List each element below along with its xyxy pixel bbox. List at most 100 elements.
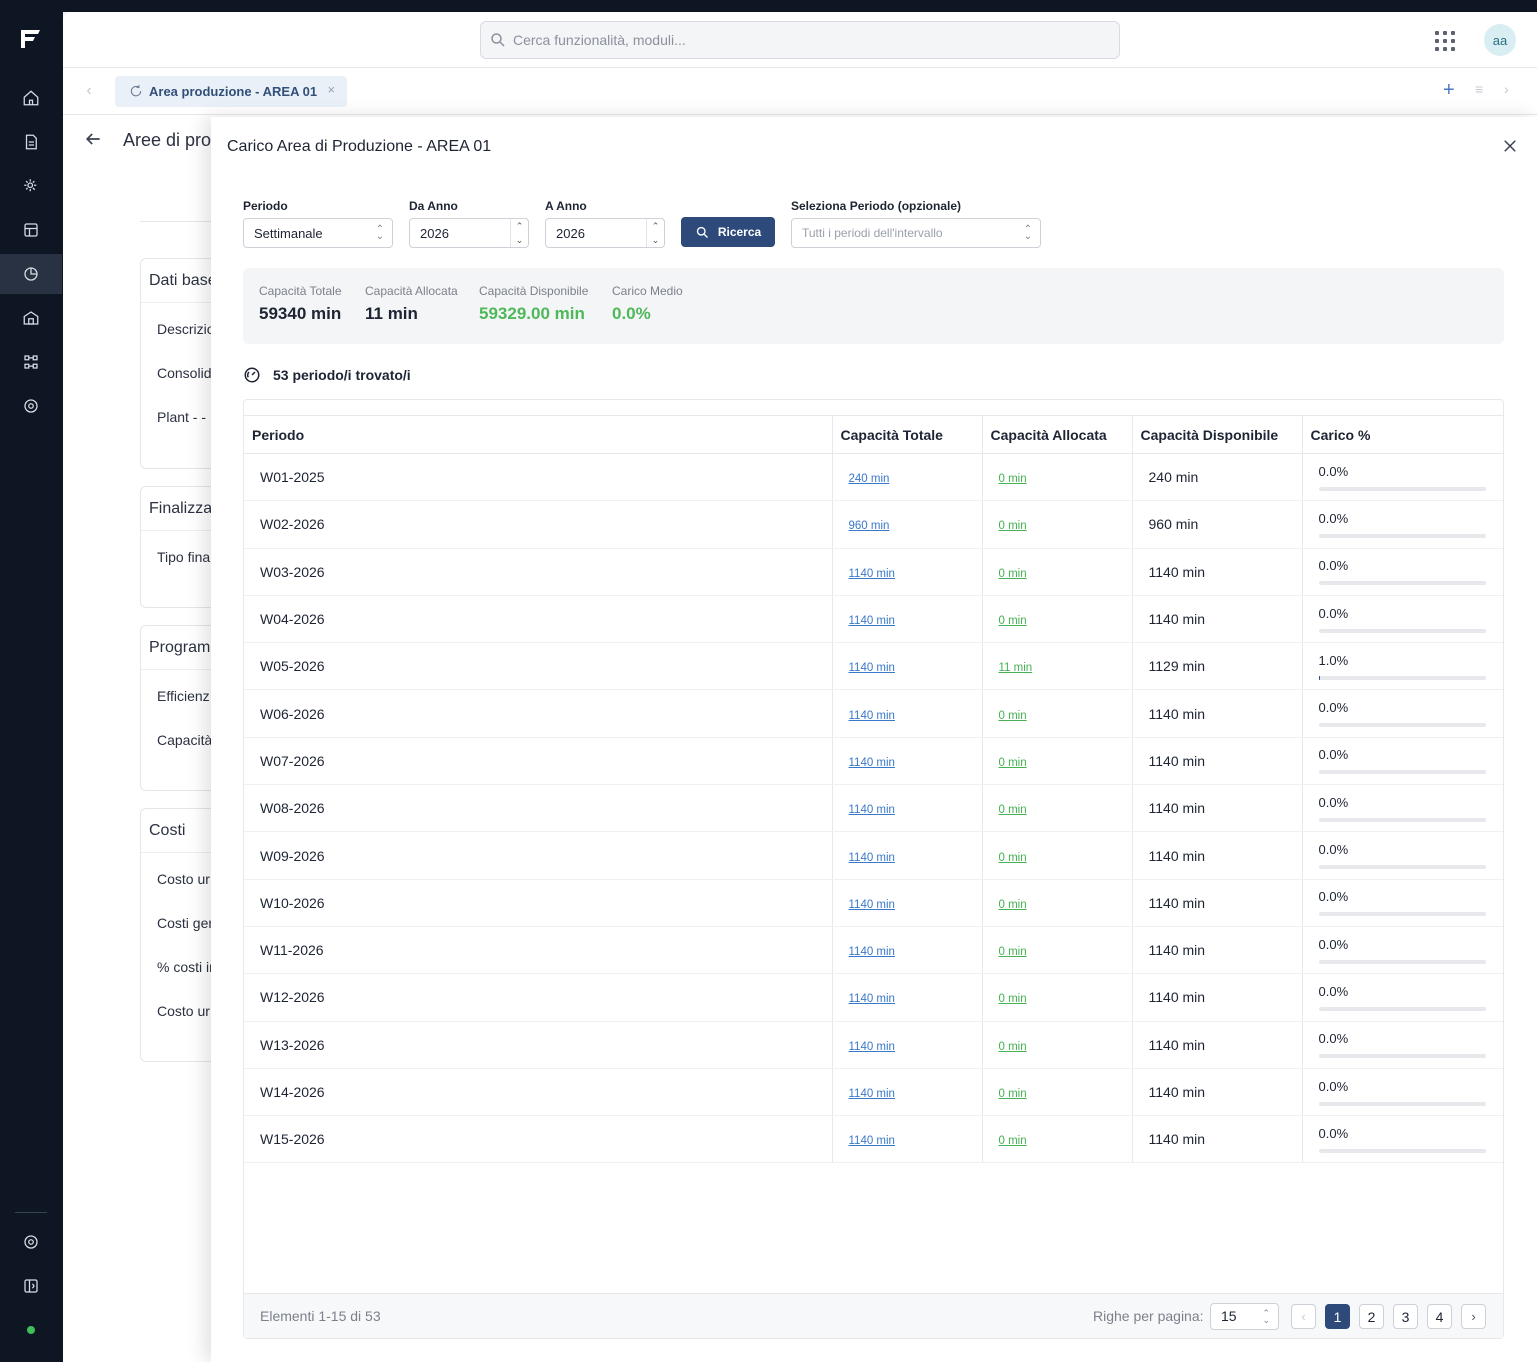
cell-capacita-totale: 1140 min [832, 642, 983, 691]
gauge-icon [244, 367, 260, 383]
page-button[interactable]: 3 [1393, 1304, 1418, 1329]
sidebar-item-config[interactable] [0, 166, 62, 206]
sidebar-item-warehouse[interactable] [0, 298, 62, 338]
sidebar-item-collapse[interactable] [0, 1266, 62, 1306]
tab-list-icon[interactable]: ≡ [1475, 81, 1483, 97]
capacita-totale-link[interactable]: 240 min [849, 473, 890, 485]
table-row: W13-2026 1140 min 0 min 1140 min 0.0% [244, 1021, 1503, 1069]
capacita-allocata-link[interactable]: 0 min [999, 946, 1027, 958]
stat-value: 11 min [365, 304, 418, 323]
capacita-allocata-link[interactable]: 0 min [999, 615, 1027, 627]
load-progress-bar [1318, 675, 1486, 680]
capacita-allocata-link[interactable]: 0 min [999, 1041, 1027, 1053]
chevron-updown-icon: ⌃ ⌄ [1023, 224, 1032, 242]
capacita-allocata-link[interactable]: 0 min [999, 1135, 1027, 1147]
column-header[interactable]: Periodo [244, 415, 833, 454]
capacita-totale-link[interactable]: 1140 min [849, 757, 895, 769]
apps-grid-icon[interactable] [1435, 31, 1455, 51]
capacita-totale-link[interactable]: 1140 min [849, 1135, 895, 1147]
capacita-allocata-link[interactable]: 0 min [999, 993, 1027, 1005]
page-button[interactable]: 2 [1359, 1304, 1384, 1329]
capacita-allocata-link[interactable]: 0 min [999, 520, 1027, 532]
cell-carico: 0.0% [1302, 689, 1503, 738]
load-progress-bar [1318, 1148, 1486, 1153]
tab-prev-button[interactable]: ‹ [75, 77, 103, 105]
sidebar-item-home[interactable] [0, 78, 62, 118]
chevron-updown-icon: ⌃ ⌄ [1262, 1308, 1270, 1325]
capacita-allocata-link[interactable]: 0 min [999, 710, 1027, 722]
capacita-allocata-link[interactable]: 0 min [999, 757, 1027, 769]
ricerca-button[interactable]: Ricerca [681, 217, 775, 247]
tab-close-icon[interactable]: × [327, 82, 335, 97]
cell-carico: 0.0% [1302, 784, 1503, 833]
capacita-totale-link[interactable]: 1140 min [849, 946, 895, 958]
tab-next-button[interactable]: › [1504, 81, 1509, 97]
tab-area-produzione[interactable]: Area produzione - AREA 01 × [115, 76, 348, 107]
app-logo-icon[interactable] [18, 26, 44, 52]
capacita-allocata-link[interactable]: 0 min [999, 1088, 1027, 1100]
capacita-allocata-link[interactable]: 0 min [999, 899, 1027, 911]
column-header[interactable]: Capacità Allocata [982, 415, 1133, 454]
da-anno-input[interactable]: 2026 ⌃ ⌄ [409, 218, 529, 248]
cell-capacita-allocata: 0 min [982, 1115, 1133, 1164]
capacita-allocata-link[interactable]: 0 min [999, 473, 1027, 485]
capacita-totale-link[interactable]: 1140 min [849, 710, 895, 722]
year-stepper[interactable]: ⌃ ⌄ [646, 219, 664, 247]
cell-capacita-totale: 1140 min [832, 973, 983, 1022]
sidebar-item-documents[interactable] [0, 122, 62, 162]
seleziona-periodo-select[interactable]: Tutti i periodi dell'intervallo ⌃ ⌄ [791, 218, 1041, 248]
carico-value: 0.0% [1318, 463, 1349, 479]
sidebar-item-tables[interactable] [0, 210, 62, 250]
refresh-icon[interactable] [129, 84, 143, 98]
sidebar-item-preferences[interactable] [0, 1222, 62, 1262]
cell-carico: 0.0% [1302, 1115, 1503, 1164]
cell-periodo: W04-2026 [244, 595, 833, 644]
load-progress-bar [1318, 723, 1486, 728]
column-header[interactable]: Capacità Totale [832, 415, 983, 454]
capacita-totale-link[interactable]: 1140 min [849, 615, 895, 627]
results-count: 53 periodo/i trovato/i [243, 366, 411, 384]
a-anno-input[interactable]: 2026 ⌃ ⌄ [545, 218, 665, 248]
capacita-totale-link[interactable]: 1140 min [849, 568, 895, 580]
capacita-allocata-link[interactable]: 0 min [999, 852, 1027, 864]
capacita-totale-link[interactable]: 1140 min [849, 804, 895, 816]
sidebar-item-settings[interactable] [0, 386, 62, 426]
gear-icon [24, 1235, 38, 1249]
sidebar-item-reports[interactable] [0, 254, 62, 294]
cell-capacita-disponibile: 1140 min [1132, 926, 1303, 975]
next-page-button[interactable]: › [1461, 1304, 1486, 1329]
load-progress-bar [1318, 1006, 1486, 1011]
cell-capacita-allocata: 0 min [982, 689, 1133, 738]
cell-capacita-allocata: 0 min [982, 879, 1133, 927]
capacita-totale-link[interactable]: 1140 min [849, 1041, 895, 1053]
column-header[interactable]: Carico % [1302, 415, 1503, 454]
capacita-totale-link[interactable]: 1140 min [849, 993, 895, 1005]
capacita-totale-link[interactable]: 1140 min [849, 899, 895, 911]
capacita-totale-link[interactable]: 1140 min [849, 1088, 895, 1100]
periodo-select[interactable]: Settimanale ⌃ ⌄ [243, 218, 393, 248]
capacita-totale-link[interactable]: 960 min [849, 520, 890, 532]
back-button[interactable] [83, 129, 103, 154]
add-tab-button[interactable]: + [1443, 79, 1455, 102]
close-icon[interactable] [1501, 137, 1519, 155]
capacita-allocata-link[interactable]: 0 min [999, 568, 1027, 580]
home-icon [23, 90, 39, 106]
capacita-allocata-link[interactable]: 11 min [999, 662, 1033, 674]
load-progress-bar [1318, 912, 1486, 917]
page-button[interactable]: 4 [1427, 1304, 1452, 1329]
user-avatar[interactable]: aa [1484, 24, 1516, 56]
capacita-allocata-link[interactable]: 0 min [999, 804, 1027, 816]
prev-page-button[interactable]: ‹ [1291, 1304, 1316, 1329]
column-header[interactable]: Capacità Disponibile [1132, 415, 1303, 454]
global-search[interactable] [480, 21, 1120, 59]
cell-capacita-disponibile: 1129 min [1132, 642, 1303, 691]
page-button[interactable]: 1 [1325, 1304, 1350, 1329]
year-stepper[interactable]: ⌃ ⌄ [510, 219, 528, 247]
capacita-totale-link[interactable]: 1140 min [849, 852, 895, 864]
stat-capacita-disponibile: Capacità Disponibile 59329.00 min [479, 284, 588, 324]
sidebar-item-workflow[interactable] [0, 342, 62, 382]
search-icon [696, 226, 708, 238]
rows-per-page-select[interactable]: 15 ⌃ ⌄ [1210, 1303, 1279, 1330]
search-input[interactable] [513, 32, 1093, 48]
capacita-totale-link[interactable]: 1140 min [849, 662, 895, 674]
